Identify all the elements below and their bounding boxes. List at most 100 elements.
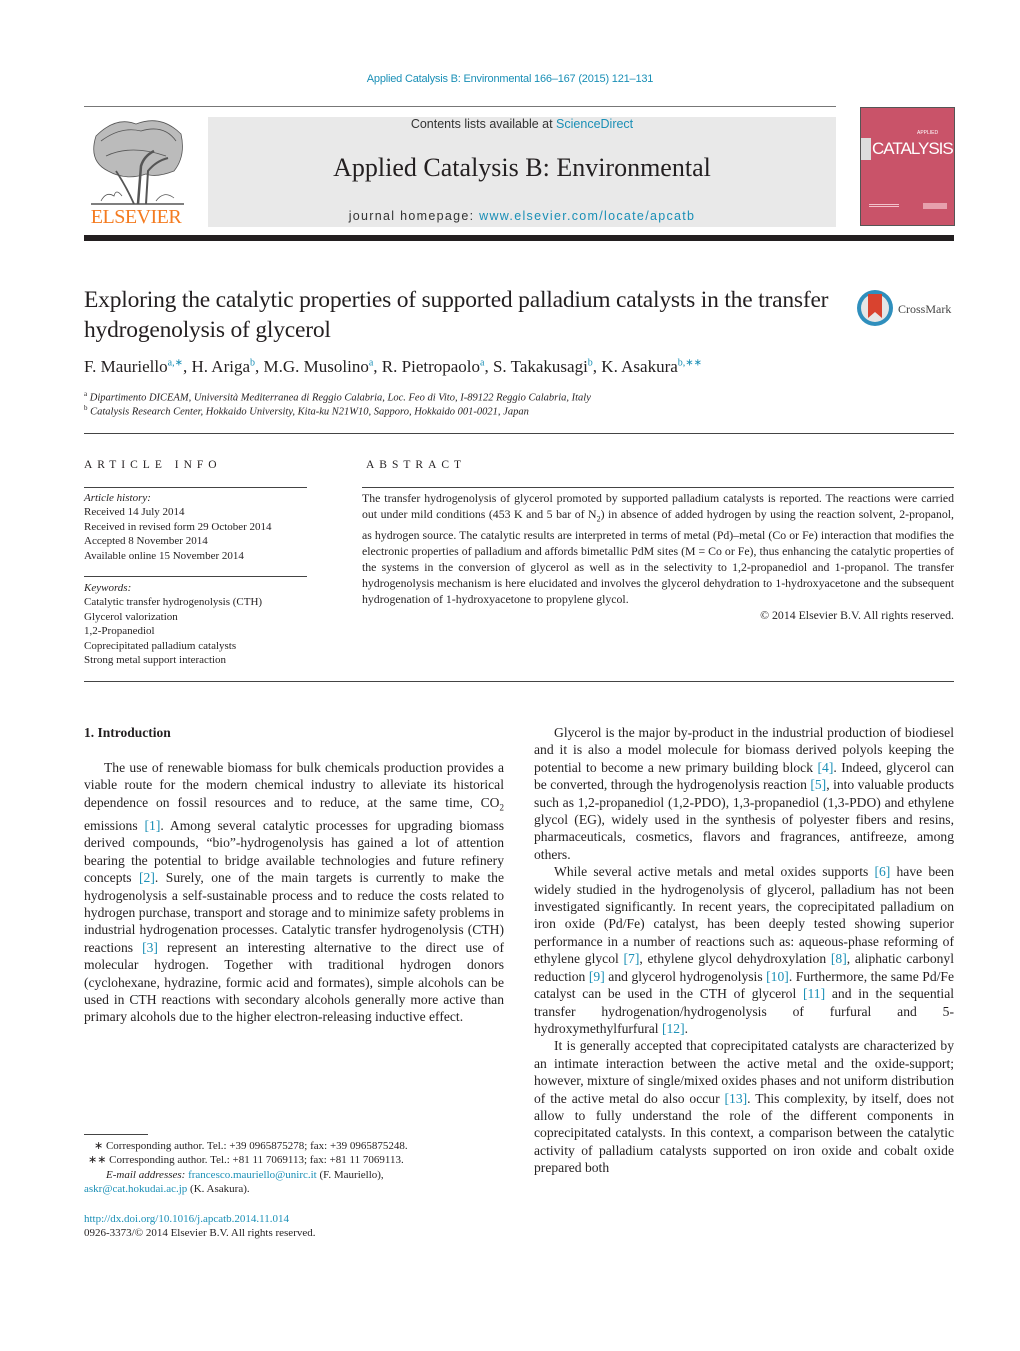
contents-prefix: Contents lists available at xyxy=(410,117,557,131)
crossmark-button[interactable]: CrossMark xyxy=(857,290,957,330)
author-affiliation-mark[interactable]: b,∗∗ xyxy=(678,357,702,368)
author-name: R. Pietropaolo xyxy=(381,357,481,376)
text-run: , ethylene glycol dehydroxylation xyxy=(639,951,831,967)
footnote-rule xyxy=(84,1134,148,1135)
elsevier-wordmark: ELSEVIER xyxy=(90,206,182,228)
footnote-emails: E-mail addresses: francesco.mauriello@un… xyxy=(84,1168,504,1182)
paragraph: While several active metals and metal ox… xyxy=(534,863,954,1037)
citation-link[interactable]: [3] xyxy=(142,940,158,955)
body-column-right: Glycerol is the major by-product in the … xyxy=(534,724,954,1177)
article-title: Exploring the catalytic properties of su… xyxy=(84,287,829,343)
keyword-item: Catalytic transfer hydrogenolysis (CTH) xyxy=(84,596,263,609)
citation-link[interactable]: [6] xyxy=(874,864,890,879)
author[interactable]: R. Pietropaoloa xyxy=(382,357,485,376)
body-column-left: The use of renewable biomass for bulk ch… xyxy=(84,759,504,1026)
author[interactable]: S. Takakusagib xyxy=(493,357,593,376)
citation-link[interactable]: [5] xyxy=(810,777,826,792)
citation-link[interactable]: [4] xyxy=(818,760,834,775)
paragraph: Glycerol is the major by-product in the … xyxy=(534,724,954,863)
abstract-text: The transfer hydrogenolysis of glycerol … xyxy=(362,490,954,623)
abstract-copyright: © 2014 Elsevier B.V. All rights reserved… xyxy=(760,608,954,623)
keywords-rule xyxy=(84,576,307,577)
email-link-asakura[interactable]: askr@cat.hokudai.ac.jp xyxy=(84,1183,187,1195)
citation-link[interactable]: [11] xyxy=(803,986,825,1001)
citation-link[interactable]: [12] xyxy=(662,1021,685,1036)
elsevier-tree-icon xyxy=(91,120,184,205)
citation-link[interactable]: [1] xyxy=(145,818,161,833)
section-heading-introduction: 1. Introduction xyxy=(84,725,171,740)
history-item: Accepted 8 November 2014 xyxy=(84,535,208,548)
doi-block: http://dx.doi.org/10.1016/j.apcatb.2014.… xyxy=(84,1212,316,1241)
history-item: Received in revised form 29 October 2014 xyxy=(84,520,272,533)
keyword-item: Coprecipitated palladium catalysts xyxy=(84,639,237,652)
author-affiliation-mark[interactable]: a xyxy=(480,357,484,368)
history-label: Article history: xyxy=(84,492,151,504)
affiliation-mark: b xyxy=(84,404,88,412)
author[interactable]: F. Maurielloa,∗ xyxy=(84,357,183,376)
email-owner: (K. Asakura). xyxy=(187,1183,250,1196)
text-run: While several active metals and metal ox… xyxy=(554,864,875,880)
cover-subtitle: APPLIED xyxy=(917,130,939,136)
article-history: Article history: Received 14 July 2014 R… xyxy=(84,491,272,563)
history-item: Available online 15 November 2014 xyxy=(84,549,244,562)
journal-masthead: Contents lists available at ScienceDirec… xyxy=(208,117,836,227)
article-info-rule xyxy=(84,487,307,488)
header-thick-rule xyxy=(84,235,954,241)
doi-link[interactable]: http://dx.doi.org/10.1016/j.apcatb.2014.… xyxy=(84,1213,289,1225)
article-info-heading: ARTICLE INFO xyxy=(84,459,222,471)
author-name: K. Asakura xyxy=(601,357,678,376)
citation-link[interactable]: [10] xyxy=(766,969,789,984)
affiliation-mark: a xyxy=(84,390,88,398)
cover-title: CATALYSIS xyxy=(872,139,954,158)
text-run: The use of renewable biomass for bulk ch… xyxy=(84,760,504,810)
journal-cover-thumbnail[interactable]: APPLIED CATALYSIS xyxy=(860,107,955,226)
email-link-mauriello[interactable]: francesco.mauriello@unirc.it xyxy=(188,1169,317,1181)
affiliation-b: b Catalysis Research Center, Hokkaido Un… xyxy=(84,404,529,418)
author-affiliation-mark[interactable]: b xyxy=(250,357,255,368)
paragraph: It is generally accepted that coprecipit… xyxy=(534,1037,954,1176)
elsevier-logo[interactable]: ELSEVIER xyxy=(84,116,188,228)
citation-link[interactable]: [13] xyxy=(725,1091,748,1106)
crossmark-icon xyxy=(857,290,893,326)
citation-link[interactable]: [8] xyxy=(831,951,847,966)
author-affiliation-mark[interactable]: a xyxy=(369,357,373,368)
contents-line: Contents lists available at ScienceDirec… xyxy=(208,117,836,131)
email-label: E-mail addresses: xyxy=(106,1168,186,1181)
cover-footer-lines xyxy=(869,204,899,205)
text-run: . xyxy=(684,1020,689,1036)
text-run: emissions xyxy=(84,817,145,833)
abstract-heading: ABSTRACT xyxy=(366,459,467,471)
subscript: 2 xyxy=(499,802,505,813)
issn-copyright: 0926-3373/© 2014 Elsevier B.V. All right… xyxy=(84,1227,316,1240)
author[interactable]: K. Asakurab,∗∗ xyxy=(601,357,702,376)
abstract-part: ) in absence of added hydrogen by using … xyxy=(362,507,954,607)
homepage-prefix: journal homepage: xyxy=(348,209,480,223)
keyword-item: Glycerol valorization xyxy=(84,610,178,623)
keyword-item: 1,2-Propanediol xyxy=(84,625,155,638)
front-matter-rule xyxy=(84,681,954,682)
journal-homepage-link[interactable]: www.elsevier.com/locate/apcatb xyxy=(479,209,695,223)
author-affiliation-mark[interactable]: b xyxy=(588,357,593,368)
citation-link[interactable]: [9] xyxy=(589,969,605,984)
journal-title: Applied Catalysis B: Environmental xyxy=(333,153,711,182)
author[interactable]: H. Arigab xyxy=(191,357,255,376)
footnote-corresponding-1: ∗ Corresponding author. Tel.: +39 096587… xyxy=(94,1140,408,1152)
history-item: Received 14 July 2014 xyxy=(84,506,185,519)
cover-publisher-mark xyxy=(923,203,947,209)
author-affiliation-mark[interactable]: a,∗ xyxy=(168,357,183,368)
paragraph: The use of renewable biomass for bulk ch… xyxy=(84,759,504,1026)
top-rule xyxy=(84,106,836,107)
footnote-emails-cont: askr@cat.hokudai.ac.jp (K. Asakura). xyxy=(84,1182,504,1196)
sciencedirect-link[interactable]: ScienceDirect xyxy=(556,117,633,131)
affiliation-text: Catalysis Research Center, Hokkaido Univ… xyxy=(90,406,529,418)
journal-reference-link[interactable]: Applied Catalysis B: Environmental 166–1… xyxy=(0,73,1020,85)
affiliation-text: Dipartimento DICEAM, Università Mediterr… xyxy=(89,392,591,404)
keywords: Keywords: Catalytic transfer hydrogenoly… xyxy=(84,581,262,667)
author-list: F. Maurielloa,∗, H. Arigab, M.G. Musolin… xyxy=(84,357,703,376)
homepage-line: journal homepage: www.elsevier.com/locat… xyxy=(208,209,836,223)
author-name: S. Takakusagi xyxy=(492,357,588,376)
author[interactable]: M.G. Musolinoa xyxy=(264,357,374,376)
citation-link[interactable]: [7] xyxy=(624,951,640,966)
cover-accent xyxy=(861,138,871,160)
citation-link[interactable]: [2] xyxy=(139,870,155,885)
